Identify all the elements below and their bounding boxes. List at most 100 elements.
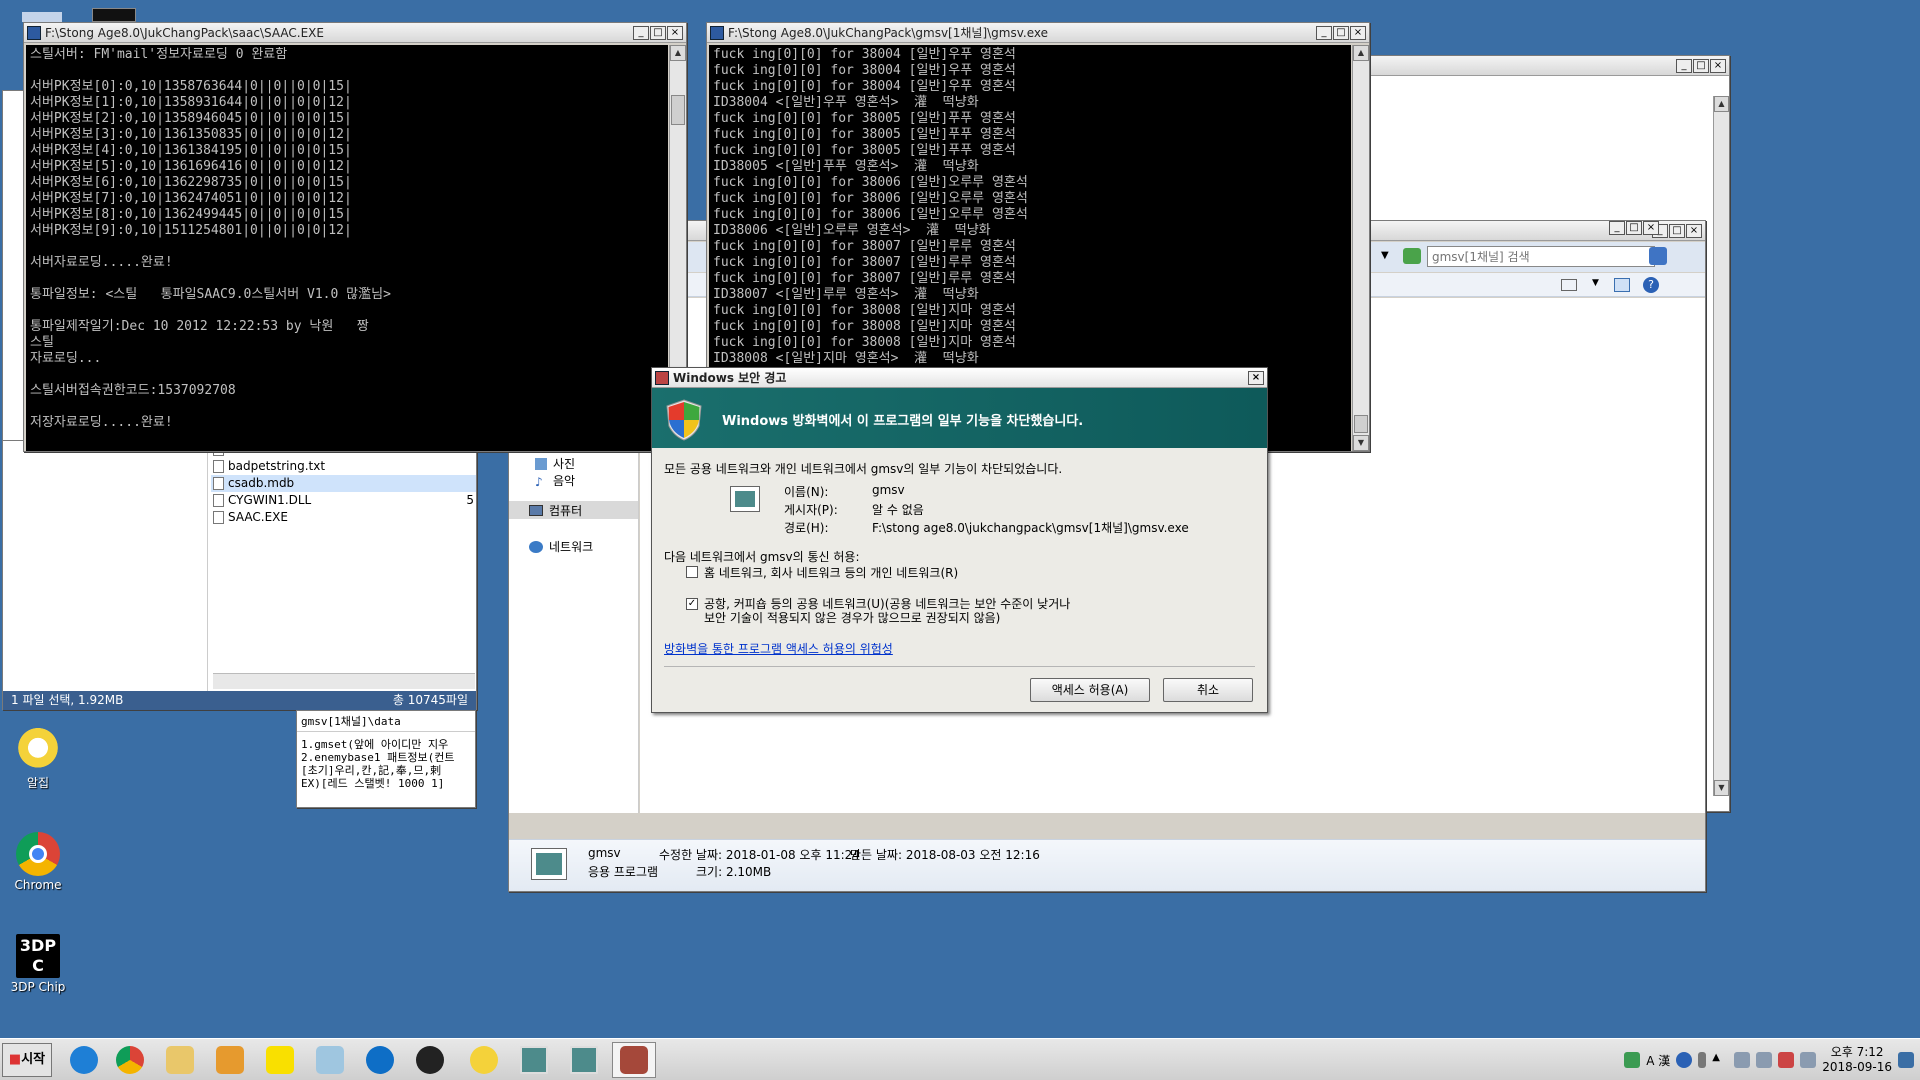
taskbar-media-player[interactable] (208, 1042, 252, 1078)
show-hidden-icons-icon[interactable]: ▲ (1712, 1052, 1728, 1068)
network-status-icon[interactable] (1778, 1052, 1795, 1068)
close-button[interactable]: × (1643, 221, 1659, 235)
minimize-button[interactable]: _ (1316, 25, 1332, 40)
minimize-button[interactable]: _ (1609, 221, 1625, 235)
taskbar-ultraedit[interactable] (408, 1042, 452, 1078)
chevron-down-icon[interactable]: ▼ (1592, 278, 1599, 288)
help-icon[interactable]: ? (1643, 277, 1659, 293)
file-item[interactable]: SAAC.EXE (211, 509, 476, 526)
action-center-icon[interactable] (1734, 1052, 1751, 1068)
scroll-up-arrow[interactable]: ▲ (670, 45, 686, 61)
console-icon (710, 25, 724, 40)
maximize-button[interactable]: □ (1333, 25, 1349, 40)
nav-item-pictures[interactable]: 사진 (535, 455, 575, 472)
3dp-chip-icon: 3DP C (16, 934, 60, 978)
desktop-icon-chrome[interactable]: Chrome (3, 832, 73, 892)
close-button[interactable]: × (667, 25, 683, 40)
console-window-saac[interactable]: F:\Stong Age8.0\JukChangPack\saac\SAAC.E… (23, 22, 687, 452)
vertical-scrollbar[interactable]: ▲ ▼ (1713, 96, 1729, 796)
help-icon[interactable] (1676, 1052, 1693, 1068)
taskbar-ie[interactable] (62, 1042, 106, 1078)
console-line: fuck ing[0][0] for 38005 [일반]푸푸 영혼석 (713, 111, 1016, 126)
taskbar-console-1[interactable] (512, 1042, 556, 1078)
show-desktop-icon[interactable] (1898, 1052, 1914, 1068)
explorer-left-window[interactable]: ACSERV.CF badpetstring.txt csadb.mdb CYG… (2, 440, 477, 710)
dll-icon (213, 494, 224, 507)
file-item-selected[interactable]: csadb.mdb (211, 475, 476, 492)
taskbar-chrome[interactable] (108, 1042, 152, 1078)
cancel-button[interactable]: 취소 (1163, 678, 1253, 702)
notepad-window[interactable]: gmsv[1채널]\data 1.gmset(앞에 아이디만 지우 2.enem… (296, 710, 476, 808)
minimize-button[interactable]: _ (1676, 58, 1692, 73)
close-button[interactable]: × (1710, 58, 1726, 73)
taskbar-kakaotalk[interactable] (258, 1042, 302, 1078)
vertical-scrollbar[interactable]: ▲ ▼ (1352, 45, 1369, 451)
maximize-button[interactable]: □ (650, 25, 666, 40)
horizontal-scrollbar[interactable] (213, 673, 475, 689)
public-network-checkbox[interactable]: ✓ (686, 598, 698, 610)
minimize-button[interactable]: _ (633, 25, 649, 40)
console-line: fuck ing[0][0] for 38006 [일반]오루루 영혼석 (713, 207, 1028, 222)
taskbar-notepad[interactable] (308, 1042, 352, 1078)
search-icon[interactable] (1649, 247, 1667, 265)
preview-pane-icon[interactable] (1614, 278, 1630, 292)
system-tray: A 漢 ▲ 오후 7:12 2018-09-16 (1624, 1039, 1920, 1080)
notepad-content[interactable]: 1.gmset(앞에 아이디만 지우 2.enemybase1 패트정보(컨트 … (297, 732, 475, 796)
nav-item-music[interactable]: ♪ 음악 (535, 472, 575, 489)
chrome-icon (116, 1046, 144, 1074)
teamviewer-icon (366, 1046, 394, 1074)
language-bar-icon[interactable] (1624, 1052, 1641, 1068)
taskbar-teamviewer[interactable] (358, 1042, 402, 1078)
allow-access-button[interactable]: 액세스 허용(A) (1030, 678, 1150, 702)
scroll-up-arrow[interactable]: ▲ (1714, 96, 1729, 112)
console-line: fuck ing[0][0] for 38008 [일반]지마 영혼석 (713, 319, 1016, 334)
shield-icon (666, 399, 702, 441)
close-button[interactable]: × (1686, 223, 1702, 238)
maximize-button[interactable]: □ (1669, 223, 1685, 238)
clock[interactable]: 오후 7:12 2018-09-16 (1822, 1045, 1892, 1075)
desktop-icon-alzip[interactable]: 알집 (3, 728, 73, 791)
desktop-icon-3dp-chip[interactable]: 3DP C 3DP Chip (3, 934, 73, 994)
console-line: 저장자료로딩.....완료! (30, 415, 173, 430)
security-alert-dialog[interactable]: Windows 보안 경고 × Windows 방화벽에서 이 프로그램의 일부… (651, 367, 1268, 713)
refresh-icon[interactable] (1403, 248, 1421, 264)
scroll-up-arrow[interactable]: ▲ (1353, 45, 1369, 61)
taskbar-explorer[interactable] (158, 1042, 202, 1078)
explorer-secondary-window[interactable]: _ □ × (1372, 218, 1662, 238)
close-button[interactable]: × (1350, 25, 1366, 40)
console-line: 서버PK정보[9]:0,10|1511254801|0||0||0|0|12| (30, 223, 352, 238)
scroll-down-arrow[interactable]: ▼ (1714, 780, 1729, 796)
options-icon[interactable] (1698, 1052, 1707, 1068)
scroll-thumb[interactable] (671, 95, 685, 125)
console-line: 서버PK정보[6]:0,10|1362298735|0||0||0|0|15| (30, 175, 352, 190)
private-network-checkbox[interactable] (686, 566, 698, 578)
nav-item-computer[interactable]: 컴퓨터 (509, 501, 638, 519)
desktop-icon-partial-top-left[interactable] (22, 12, 62, 22)
history-dropdown-icon[interactable]: ▼ (1381, 250, 1389, 261)
scroll-down-arrow[interactable]: ▼ (1353, 435, 1369, 451)
maximize-button[interactable]: □ (1626, 221, 1642, 235)
view-options-icon[interactable] (1561, 279, 1577, 291)
file-item[interactable]: CYGWIN1.DLL 5 (211, 492, 476, 509)
signal-icon[interactable] (1800, 1052, 1817, 1068)
search-input[interactable] (1427, 246, 1655, 267)
close-button[interactable]: × (1248, 370, 1264, 385)
ultraedit-icon (416, 1046, 444, 1074)
file-item[interactable]: badpetstring.txt (211, 458, 476, 475)
desktop-icon-partial-top[interactable] (92, 8, 136, 22)
ime-indicator[interactable]: A 漢 (1646, 1052, 1670, 1069)
taskbar-alzip[interactable] (462, 1042, 506, 1078)
firewall-risk-link[interactable]: 방화벽을 통한 프로그램 액세스 허용의 위험성 (664, 640, 893, 657)
nav-item-network[interactable]: 네트워크 (529, 538, 593, 555)
taskbar-console-2[interactable] (562, 1042, 606, 1078)
maximize-button[interactable]: □ (1693, 58, 1709, 73)
scroll-thumb[interactable] (1354, 415, 1368, 433)
start-button[interactable]: ■시작 (2, 1043, 52, 1077)
taskbar-firewall[interactable] (612, 1042, 656, 1078)
console-line: fuck ing[0][0] for 38004 [일반]우푸 영혼석 (713, 79, 1016, 94)
speaker-icon[interactable] (1756, 1052, 1773, 1068)
console-output[interactable]: 스틸서버: FM'mail'정보자료로딩 0 완료함 서버PK정보[0]:0,1… (26, 45, 668, 451)
